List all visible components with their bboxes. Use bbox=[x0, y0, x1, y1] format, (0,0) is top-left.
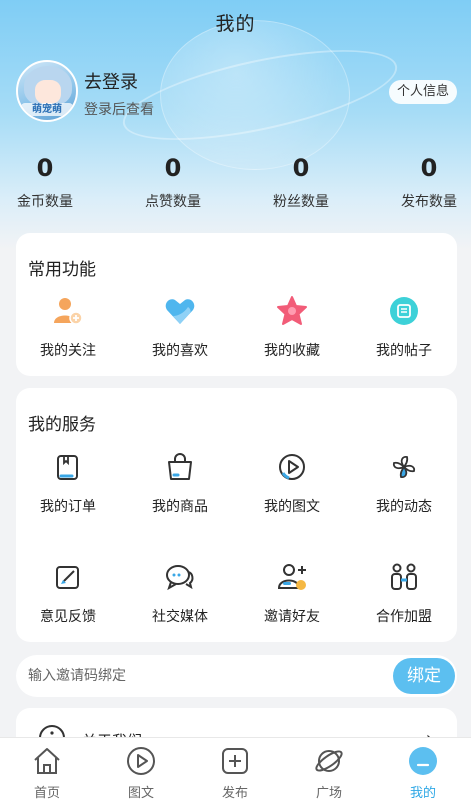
card-title: 我的服务 bbox=[28, 415, 96, 435]
post-icon bbox=[387, 294, 421, 328]
service-item-orders[interactable]: 我的订单 bbox=[18, 450, 118, 516]
stat-fans[interactable]: 0 粉丝数量 bbox=[256, 150, 346, 211]
partners-icon bbox=[387, 560, 421, 594]
avatar-tag: 萌宠萌 bbox=[21, 103, 73, 116]
play-icon bbox=[275, 450, 309, 484]
avatar[interactable]: 萌宠萌 bbox=[16, 60, 78, 122]
service-item-feedback[interactable]: 意见反馈 bbox=[18, 560, 118, 626]
item-label: 我的订单 bbox=[40, 499, 96, 515]
follow-icon bbox=[51, 294, 85, 328]
page-title: 我的 bbox=[215, 13, 256, 35]
common-item-follow[interactable]: 我的关注 bbox=[18, 294, 118, 360]
stat-value: 0 bbox=[420, 154, 438, 182]
tab-articles[interactable]: 图文 bbox=[101, 744, 181, 801]
stat-value: 0 bbox=[292, 154, 310, 182]
service-item-invite[interactable]: 邀请好友 bbox=[242, 560, 342, 626]
item-label: 意见反馈 bbox=[40, 609, 96, 625]
avatar-face bbox=[35, 80, 61, 104]
add-user-icon bbox=[275, 560, 309, 594]
shopping-bag-icon bbox=[163, 450, 197, 484]
bind-button[interactable]: 绑定 bbox=[393, 658, 455, 694]
invite-code-input[interactable] bbox=[28, 655, 388, 697]
item-label: 合作加盟 bbox=[376, 609, 432, 625]
item-label: 我的关注 bbox=[40, 343, 96, 359]
service-item-social[interactable]: 社交媒体 bbox=[130, 560, 230, 626]
profile-info-button[interactable]: 个人信息 bbox=[388, 80, 457, 104]
item-label: 邀请好友 bbox=[264, 609, 320, 625]
stat-coins[interactable]: 0 金币数量 bbox=[0, 150, 90, 211]
stat-label: 发布数量 bbox=[401, 194, 457, 210]
stat-value: 0 bbox=[164, 154, 182, 182]
service-item-articles[interactable]: 我的图文 bbox=[242, 450, 342, 516]
common-functions-card: 常用功能 我的关注 我的喜欢 我的收藏 我的帖子 bbox=[16, 233, 457, 376]
invite-code-bar: 绑定 bbox=[16, 655, 457, 697]
card-title: 常用功能 bbox=[28, 260, 96, 280]
item-label: 社交媒体 bbox=[152, 609, 208, 625]
tab-label: 广场 bbox=[315, 786, 342, 801]
item-label: 我的动态 bbox=[376, 499, 432, 515]
login-link[interactable]: 去登录 bbox=[84, 68, 138, 94]
tab-square[interactable]: 广场 bbox=[289, 744, 369, 801]
tab-label: 我的 bbox=[409, 786, 436, 801]
edit-icon bbox=[51, 560, 85, 594]
tab-mine[interactable]: 我的 bbox=[383, 744, 463, 801]
common-item-posts[interactable]: 我的帖子 bbox=[354, 294, 454, 360]
tab-label: 发布 bbox=[221, 786, 248, 801]
bottom-tab-bar: 首页 图文 发布 广场 我的 bbox=[0, 737, 471, 804]
stat-label: 粉丝数量 bbox=[273, 194, 329, 210]
stats-row: 0 金币数量 0 点赞数量 0 粉丝数量 0 发布数量 bbox=[0, 150, 471, 220]
item-label: 我的商品 bbox=[152, 499, 208, 515]
stat-label: 金币数量 bbox=[17, 194, 73, 210]
tab-label: 图文 bbox=[127, 786, 154, 801]
tab-label: 首页 bbox=[33, 786, 60, 801]
item-label: 我的喜欢 bbox=[152, 343, 208, 359]
tab-home[interactable]: 首页 bbox=[7, 744, 87, 801]
planet-icon bbox=[312, 744, 346, 778]
common-item-like[interactable]: 我的喜欢 bbox=[130, 294, 230, 360]
order-icon bbox=[51, 450, 85, 484]
stat-posts[interactable]: 0 发布数量 bbox=[384, 150, 471, 211]
item-label: 我的图文 bbox=[264, 499, 320, 515]
chat-icon bbox=[163, 560, 197, 594]
item-label: 我的收藏 bbox=[264, 343, 320, 359]
plus-icon bbox=[218, 744, 252, 778]
login-subtitle: 登录后查看 bbox=[84, 102, 154, 118]
stat-label: 点赞数量 bbox=[145, 194, 201, 210]
tab-publish[interactable]: 发布 bbox=[195, 744, 275, 801]
common-item-favorite[interactable]: 我的收藏 bbox=[242, 294, 342, 360]
stat-value: 0 bbox=[36, 154, 54, 182]
service-item-moments[interactable]: 我的动态 bbox=[354, 450, 454, 516]
services-card: 我的服务 我的订单 我的商品 我的图文 我的动态 意见反馈 社交媒体 邀请好友 … bbox=[16, 388, 457, 642]
home-icon bbox=[30, 744, 64, 778]
service-item-goods[interactable]: 我的商品 bbox=[130, 450, 230, 516]
star-icon bbox=[275, 294, 309, 328]
service-item-partner[interactable]: 合作加盟 bbox=[354, 560, 454, 626]
stat-likes[interactable]: 0 点赞数量 bbox=[128, 150, 218, 211]
play-icon bbox=[124, 744, 158, 778]
pinwheel-icon bbox=[387, 450, 421, 484]
heart-icon bbox=[163, 294, 197, 328]
user-icon bbox=[406, 744, 440, 778]
item-label: 我的帖子 bbox=[376, 343, 432, 359]
